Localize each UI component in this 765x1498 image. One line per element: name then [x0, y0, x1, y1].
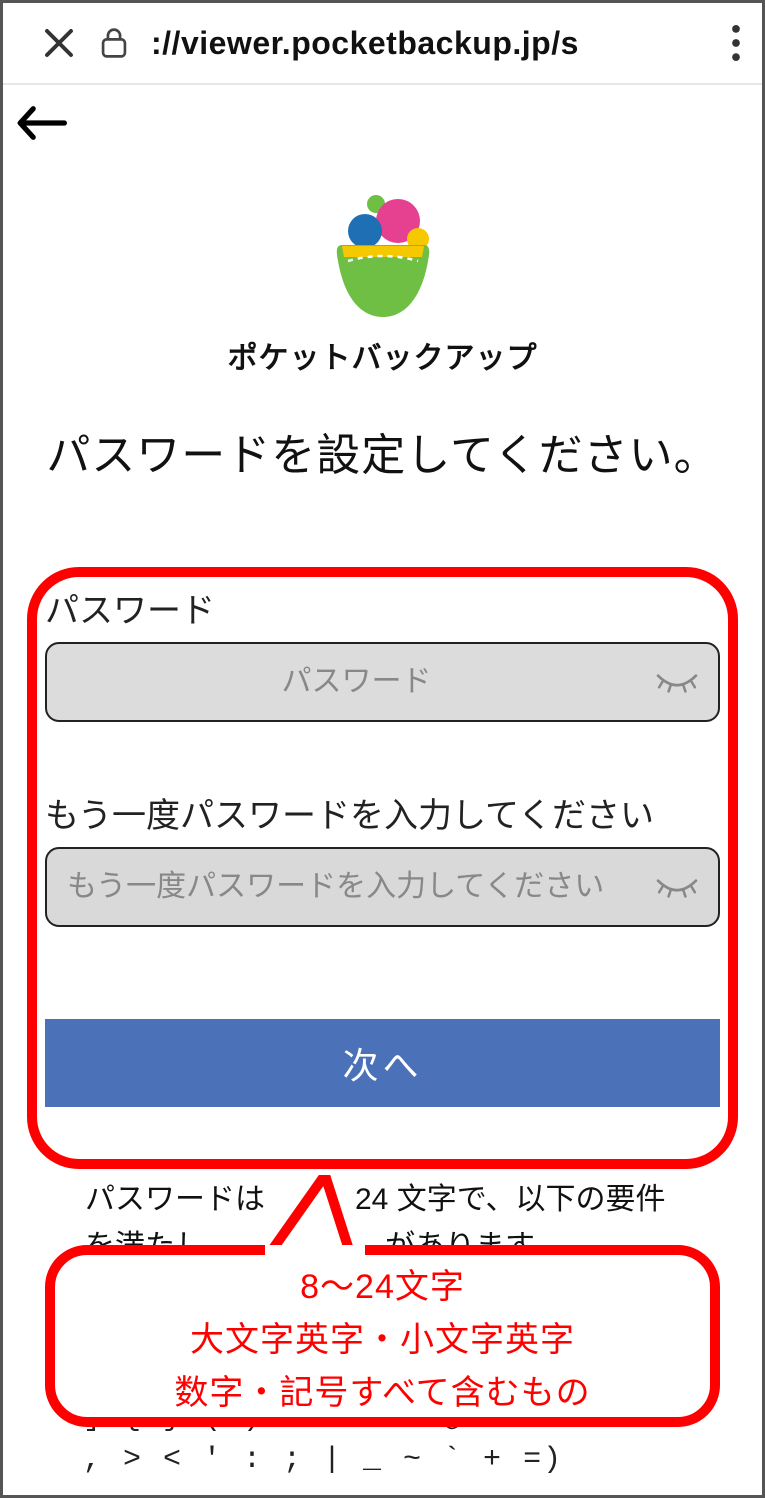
pocket-backup-logo-icon	[318, 191, 448, 321]
more-menu-icon[interactable]	[732, 25, 740, 61]
confirm-password-field-wrap	[45, 847, 720, 927]
close-icon[interactable]	[41, 25, 77, 61]
browser-bar: ://viewer.pocketbackup.jp/s	[3, 3, 762, 83]
next-button[interactable]: 次へ	[45, 1019, 720, 1107]
password-form: パスワード もう一度パスワードを入力してください 次へ	[3, 583, 762, 1107]
password-label: パスワード	[45, 583, 720, 632]
lock-icon	[99, 26, 129, 60]
password-rules-text: パスワードは 24 文字で、以下の要件を満たし があります	[3, 1177, 762, 1270]
app-logo: ポケットバックアップ	[3, 191, 762, 377]
password-field-wrap	[45, 642, 720, 722]
callout-line-2: 大文字英字・小文字英字	[190, 1312, 575, 1361]
url-text[interactable]: ://viewer.pocketbackup.jp/s	[151, 25, 710, 62]
confirm-password-input[interactable]	[67, 870, 646, 904]
app-name: ポケットバックアップ	[228, 333, 538, 377]
confirm-password-label: もう一度パスワードを入力してください	[45, 788, 720, 837]
back-icon[interactable]	[15, 103, 750, 143]
password-input[interactable]	[67, 665, 646, 699]
page-title: パスワードを設定してください。	[3, 419, 762, 483]
allowed-symbols: ] { } ( ) ? - " ! @ # % & / \ , > < ' : …	[83, 1397, 702, 1481]
